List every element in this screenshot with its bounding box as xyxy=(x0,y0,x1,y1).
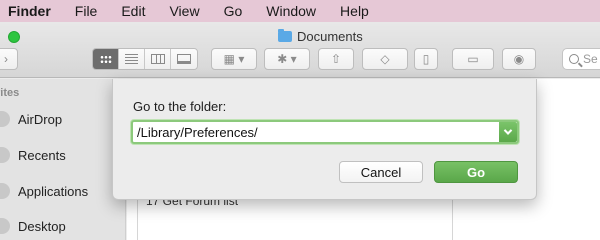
trash-icon: ▯ xyxy=(422,52,430,66)
list-view-button[interactable] xyxy=(119,49,145,69)
eye-icon: ◉ xyxy=(513,52,525,66)
menu-help[interactable]: Help xyxy=(328,0,381,22)
tags-button[interactable]: ◇ xyxy=(362,48,408,70)
window-title-label: Documents xyxy=(297,28,363,44)
grid-options-icon: ▦ ▾ xyxy=(223,52,245,66)
folder-icon xyxy=(278,28,292,42)
cancel-button[interactable]: Cancel xyxy=(339,161,423,183)
group-by-button[interactable]: ▦ ▾ xyxy=(211,48,257,70)
folder-path-field xyxy=(131,120,519,144)
sidebar-item-label: Applications xyxy=(18,183,89,199)
go-to-folder-dialog: Go to the folder: Cancel Go xyxy=(112,79,537,200)
back-button[interactable]: › xyxy=(0,48,18,70)
grid-icon xyxy=(99,54,112,64)
search-icon xyxy=(569,54,579,64)
new-folder-button[interactable]: ▭ xyxy=(452,48,494,70)
gear-icon: ✱ ▾ xyxy=(277,52,297,66)
sidebar-item-label: Desktop xyxy=(18,218,66,234)
sidebar-item-recents[interactable]: Recents xyxy=(0,142,66,168)
view-mode-group xyxy=(92,48,198,70)
icon-view-button[interactable] xyxy=(93,49,119,69)
menu-window[interactable]: Window xyxy=(254,0,328,22)
menu-file[interactable]: File xyxy=(63,0,110,22)
tag-icon: ◇ xyxy=(380,52,390,66)
chevron-right-icon: › xyxy=(4,52,8,66)
path-history-dropdown[interactable] xyxy=(499,122,517,142)
airdrop-icon xyxy=(0,111,10,127)
sidebar-item-label: AirDrop xyxy=(18,111,63,127)
window-title: Documents xyxy=(278,28,363,44)
share-button[interactable]: ⇧ xyxy=(318,48,354,70)
new-folder-icon: ▭ xyxy=(467,52,479,66)
menu-bar: Finder File Edit View Go Window Help xyxy=(0,0,600,22)
search-field[interactable]: Se xyxy=(562,48,600,70)
dialog-prompt: Go to the folder: xyxy=(133,99,227,114)
desktop-icon xyxy=(0,218,10,234)
share-icon: ⇧ xyxy=(330,52,342,66)
search-placeholder: Se xyxy=(583,52,598,66)
menu-view[interactable]: View xyxy=(157,0,211,22)
zoom-window-button[interactable] xyxy=(8,31,20,43)
quick-look-button[interactable]: ◉ xyxy=(502,48,536,70)
gallery-icon xyxy=(177,54,191,64)
list-icon xyxy=(125,54,138,64)
chevron-down-icon xyxy=(503,126,513,135)
sidebar-item-applications[interactable]: Applications xyxy=(0,178,88,204)
recents-icon xyxy=(0,147,10,163)
window-titlebar: Documents › ▦ ▾ ✱ ▾ ⇧ ◇ ▯ ▭ ◉ Se xyxy=(0,22,600,78)
sidebar-item-label: Recents xyxy=(18,147,66,163)
columns-icon xyxy=(150,54,165,64)
menu-go[interactable]: Go xyxy=(212,0,255,22)
folder-path-input[interactable] xyxy=(133,123,499,141)
action-button[interactable]: ✱ ▾ xyxy=(264,48,310,70)
gallery-view-button[interactable] xyxy=(171,49,197,69)
sidebar-item-airdrop[interactable]: AirDrop xyxy=(0,106,62,132)
sidebar: rites AirDrop Recents Applications Deskt… xyxy=(0,79,126,240)
sidebar-header-favorites: rites xyxy=(0,87,20,99)
sidebar-item-desktop[interactable]: Desktop xyxy=(0,213,66,239)
column-view-button[interactable] xyxy=(145,49,171,69)
trash-button[interactable]: ▯ xyxy=(414,48,438,70)
menu-edit[interactable]: Edit xyxy=(109,0,157,22)
menu-finder[interactable]: Finder xyxy=(0,0,63,22)
go-button[interactable]: Go xyxy=(434,161,518,183)
applications-icon xyxy=(0,183,10,199)
